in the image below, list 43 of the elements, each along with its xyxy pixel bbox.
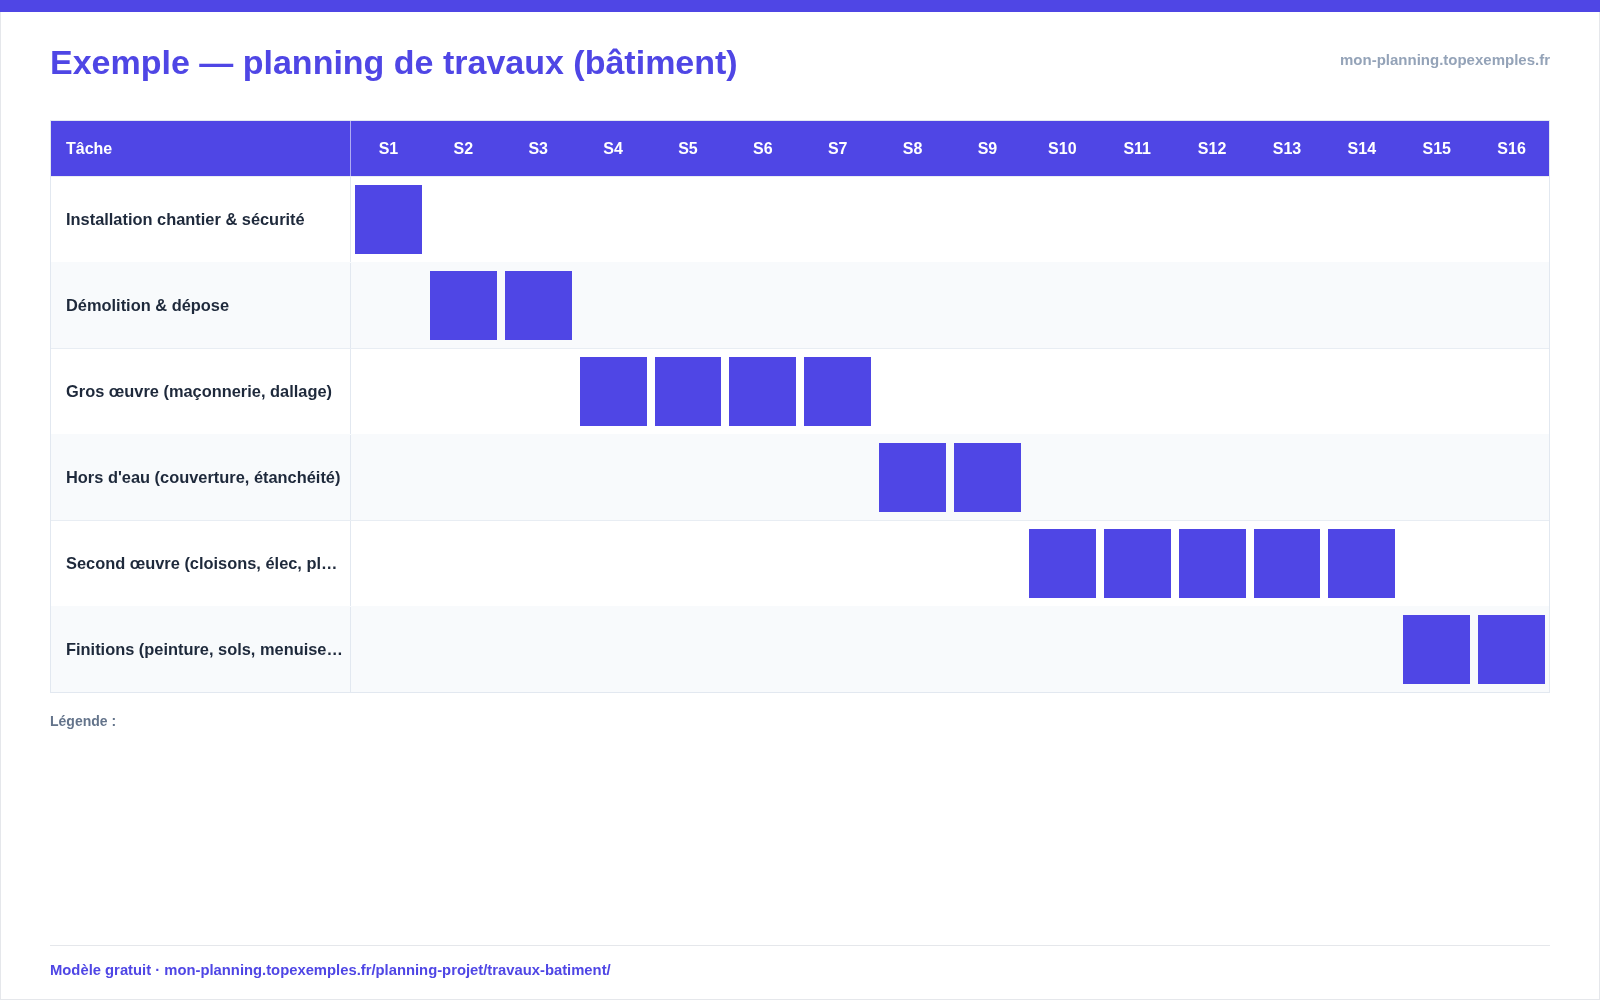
page-title: Exemple — planning de travaux (bâtiment)	[50, 42, 738, 82]
column-header: S13	[1272, 139, 1302, 158]
schedule-block	[504, 271, 572, 340]
column-header: S2	[453, 139, 474, 158]
column-header: S4	[603, 139, 623, 158]
footer-text: Modèle gratuit · mon-planning.topexemples.fr/planning-projet/travaux-batiment/	[50, 961, 611, 979]
schedule-block	[654, 357, 722, 426]
schedule-block	[429, 271, 497, 340]
schedule-block	[1253, 529, 1321, 598]
task-name: Gros œuvre (maçonnerie, dallage)	[66, 382, 332, 401]
task-name: Finitions (peinture, sols, menuise…	[66, 640, 343, 659]
column-header: S9	[977, 139, 998, 158]
schedule-block	[1478, 615, 1545, 684]
column-header: S14	[1347, 139, 1377, 158]
schedule-block	[579, 357, 647, 426]
schedule-block	[1178, 529, 1246, 598]
task-name: Installation chantier & sécurité	[66, 210, 305, 229]
column-header: S5	[678, 139, 698, 158]
schedule-block	[1028, 529, 1096, 598]
schedule-block	[804, 357, 872, 426]
schedule-block	[729, 357, 797, 426]
task-name: Hors d'eau (couverture, étanchéité)	[66, 468, 341, 487]
task-name: Démolition & dépose	[66, 296, 229, 315]
schedule-block	[1403, 615, 1471, 684]
column-header: S15	[1422, 139, 1451, 158]
schedule-block	[355, 185, 422, 254]
column-header: S6	[753, 139, 773, 158]
schedule-block	[1103, 529, 1171, 598]
schedule-block	[1328, 529, 1396, 598]
task-name: Second œuvre (cloisons, élec, pl…	[66, 554, 338, 573]
column-header: S10	[1048, 139, 1077, 158]
column-header: S8	[902, 139, 923, 158]
column-header: S1	[378, 139, 399, 158]
column-header: S7	[827, 139, 848, 158]
column-header: Tâche	[66, 139, 113, 158]
column-header: S12	[1197, 139, 1227, 158]
column-header: S11	[1123, 139, 1151, 158]
legend-label: Légende :	[50, 713, 117, 729]
site-name: mon-planning.topexemples.fr	[1340, 50, 1550, 68]
column-header: S16	[1497, 139, 1526, 158]
schedule-block	[879, 443, 946, 512]
schedule-block	[954, 443, 1021, 512]
column-header: S3	[528, 139, 548, 158]
